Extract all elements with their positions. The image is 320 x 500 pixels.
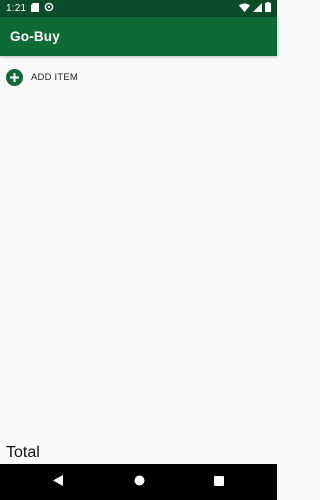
- back-button[interactable]: [40, 464, 76, 500]
- back-icon: [53, 473, 63, 491]
- recent-apps-icon: [214, 473, 224, 491]
- app-screen: 1:21 Go-Buy ADD ITEM Total: [0, 0, 277, 500]
- app-bar: Go-Buy: [0, 17, 277, 56]
- home-button[interactable]: [121, 464, 157, 500]
- home-icon: [134, 473, 145, 491]
- app-title: Go-Buy: [10, 29, 60, 44]
- add-circle-icon: [6, 68, 23, 86]
- signal-icon: [253, 2, 262, 15]
- status-right: [239, 2, 271, 15]
- total-label: Total: [6, 444, 40, 461]
- add-item-label: ADD ITEM: [31, 71, 78, 83]
- status-left: 1:21: [6, 2, 54, 15]
- recent-apps-button[interactable]: [201, 464, 237, 500]
- sync-icon: [44, 2, 54, 15]
- status-bar: 1:21: [0, 0, 277, 17]
- battery-icon: [265, 2, 271, 15]
- wifi-icon: [239, 3, 250, 15]
- sd-card-icon: [31, 2, 40, 15]
- add-item-button[interactable]: ADD ITEM: [6, 67, 78, 87]
- navigation-bar: [0, 464, 277, 500]
- status-time: 1:21: [6, 3, 27, 14]
